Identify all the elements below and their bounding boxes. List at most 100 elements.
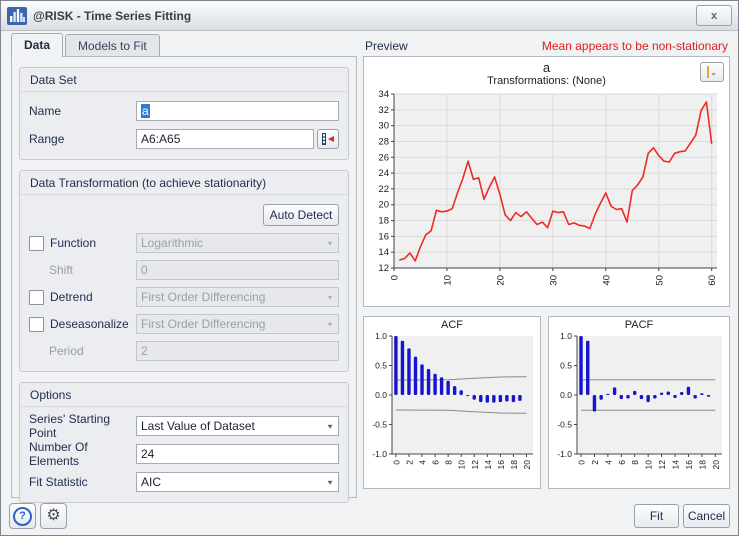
detrend-checkbox[interactable] — [29, 290, 44, 305]
svg-text:4: 4 — [603, 460, 613, 465]
auto-detect-button[interactable]: Auto Detect — [263, 204, 339, 226]
range-picker-icon — [321, 132, 335, 146]
starting-point-select[interactable]: Last Value of Dataset ▼ — [136, 416, 339, 436]
pacf-panel: PACF 1.00.50.0-0.5-1.002468101214161820 — [548, 316, 730, 489]
svg-text:20: 20 — [378, 200, 389, 211]
svg-text:16: 16 — [378, 231, 389, 242]
chevron-down-icon: ▼ — [326, 422, 334, 429]
chevron-down-icon: ⌄ — [710, 67, 718, 78]
svg-text:20: 20 — [522, 460, 532, 470]
acf-panel: ACF 1.00.50.0-0.5-1.002468101214161820 — [363, 316, 541, 489]
detrend-select[interactable]: First Order Differencing ▼ — [136, 287, 339, 307]
close-button[interactable]: x — [696, 5, 732, 26]
chart-options-dropdown[interactable]: ⌄ — [700, 62, 724, 82]
fit-statistic-select[interactable]: AIC ▼ — [136, 472, 339, 492]
svg-text:24: 24 — [378, 168, 389, 179]
preview-label: Preview — [365, 39, 408, 53]
pacf-chart: 1.00.50.0-0.5-1.002468101214161820 — [551, 331, 727, 481]
svg-text:32: 32 — [378, 105, 389, 116]
starting-point-label: Series' Starting Point — [29, 412, 136, 440]
svg-text:18: 18 — [697, 460, 707, 470]
cancel-button[interactable]: Cancel — [683, 504, 730, 528]
tab-data[interactable]: Data — [11, 33, 63, 57]
svg-text:60: 60 — [707, 275, 718, 286]
svg-text:0: 0 — [390, 275, 401, 280]
elements-input[interactable]: 24 — [136, 444, 339, 464]
chevron-down-icon: ▼ — [326, 293, 334, 300]
deseasonalize-select[interactable]: First Order Differencing ▼ — [136, 314, 339, 334]
fit-statistic-value: AIC — [141, 475, 161, 489]
svg-text:50: 50 — [654, 275, 665, 286]
svg-text:14: 14 — [671, 460, 681, 470]
fit-button[interactable]: Fit — [634, 504, 679, 528]
function-label: Function — [50, 236, 136, 250]
period-label: Period — [29, 344, 136, 358]
svg-text:0.0: 0.0 — [560, 390, 572, 400]
svg-text:4: 4 — [418, 460, 428, 465]
svg-text:-1.0: -1.0 — [372, 449, 387, 459]
range-picker-button[interactable] — [317, 129, 339, 149]
pacf-title: PACF — [549, 319, 729, 331]
svg-text:8: 8 — [444, 460, 454, 465]
chart-title: a — [364, 60, 729, 75]
settings-button[interactable]: ⚙ — [40, 503, 67, 529]
detrend-value: First Order Differencing — [141, 290, 265, 304]
acf-title: ACF — [364, 319, 540, 331]
svg-text:12: 12 — [657, 460, 667, 470]
deseasonalize-checkbox[interactable] — [29, 317, 44, 332]
svg-text:-0.5: -0.5 — [557, 420, 572, 430]
main-chart-panel: ⌄ a Transformations: (None) 121416182022… — [363, 56, 730, 307]
svg-text:16: 16 — [684, 460, 694, 470]
svg-text:8: 8 — [630, 460, 640, 465]
svg-text:14: 14 — [378, 247, 389, 258]
svg-text:20: 20 — [711, 460, 721, 470]
svg-text:40: 40 — [601, 275, 612, 286]
titlebar: @RISK - Time Series Fitting x — [1, 1, 738, 31]
window-title: @RISK - Time Series Fitting — [33, 9, 191, 23]
svg-text:12: 12 — [470, 460, 480, 470]
focus-bar — [707, 66, 709, 78]
svg-text:26: 26 — [378, 152, 389, 163]
starting-point-value: Last Value of Dataset — [141, 419, 255, 433]
group-header: Options — [20, 383, 348, 407]
shift-input[interactable]: 0 — [136, 260, 339, 280]
chevron-down-icon: ▼ — [326, 478, 334, 485]
svg-text:34: 34 — [378, 89, 389, 100]
svg-text:0.0: 0.0 — [375, 390, 387, 400]
fit-statistic-label: Fit Statistic — [29, 475, 136, 489]
warning-text: Mean appears to be non-stationary — [542, 39, 728, 53]
deseasonalize-value: First Order Differencing — [141, 317, 265, 331]
range-label: Range — [29, 132, 136, 146]
period-input[interactable]: 2 — [136, 341, 339, 361]
gear-icon: ⚙ — [46, 508, 60, 524]
range-input[interactable]: A6:A65 — [136, 129, 314, 149]
function-checkbox[interactable] — [29, 236, 44, 251]
group-header: Data Set — [20, 68, 348, 92]
time-series-chart: 1214161820222426283032340102030405060 — [367, 88, 726, 300]
function-select[interactable]: Logarithmic ▼ — [136, 233, 339, 253]
app-icon — [7, 7, 27, 25]
elements-label: Number Of Elements — [29, 440, 136, 468]
svg-text:2: 2 — [404, 460, 414, 465]
period-value: 2 — [141, 344, 148, 358]
chevron-down-icon: ▼ — [326, 239, 334, 246]
chevron-down-icon: ▼ — [326, 320, 334, 327]
name-input[interactable]: a — [136, 101, 339, 121]
tab-bar: Data Models to Fit — [11, 33, 162, 57]
close-icon: x — [711, 10, 717, 22]
elements-value: 24 — [141, 447, 154, 461]
svg-text:0.5: 0.5 — [560, 361, 572, 371]
svg-text:10: 10 — [442, 275, 453, 286]
help-button[interactable]: ? — [9, 503, 36, 529]
svg-text:6: 6 — [431, 460, 441, 465]
svg-text:18: 18 — [378, 216, 389, 227]
svg-text:0: 0 — [391, 460, 401, 465]
group-options: Options Series' Starting Point Last Valu… — [19, 382, 349, 503]
svg-text:14: 14 — [483, 460, 493, 470]
acf-chart: 1.00.50.0-0.5-1.002468101214161820 — [366, 331, 538, 481]
svg-text:12: 12 — [378, 263, 389, 274]
shift-label: Shift — [29, 263, 136, 277]
help-icon: ? — [13, 507, 32, 526]
svg-text:0.5: 0.5 — [375, 361, 387, 371]
tab-models-to-fit[interactable]: Models to Fit — [65, 34, 160, 56]
